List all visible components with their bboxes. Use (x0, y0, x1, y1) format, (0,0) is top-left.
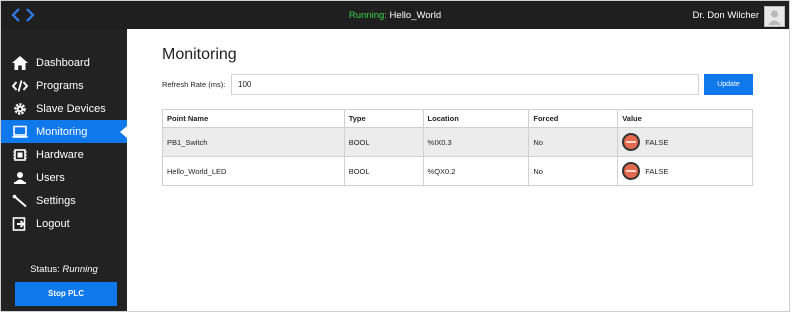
refresh-rate-label: Refresh Rate (ms): (162, 80, 226, 89)
cell-value: FALSE (617, 127, 753, 157)
cell-forced: No (528, 127, 619, 157)
column-header-forced: Forced (528, 109, 619, 128)
cell-point-name: PB1_Switch (162, 127, 345, 157)
sidebar-item-settings[interactable]: Settings (1, 189, 127, 212)
cog-icon (12, 102, 28, 116)
led-off-icon (622, 133, 641, 151)
column-header-point-name: Point Name (162, 109, 345, 128)
cell-value-text: FALSE (645, 137, 669, 147)
sidebar-item-programs[interactable]: Programs (1, 74, 127, 97)
cell-location: %QX0.2 (422, 156, 530, 186)
code-icon (12, 79, 28, 93)
user-name[interactable]: Dr. Don Wilcher (692, 1, 759, 31)
cell-value: FALSE (617, 156, 753, 186)
sidebar-item-slave-devices[interactable]: Slave Devices (1, 97, 127, 120)
cell-value-text: FALSE (645, 166, 669, 176)
table-header-row: Point Name Type Location Forced Value (162, 109, 753, 128)
main-content: Monitoring Refresh Rate (ms): 100 Update… (127, 29, 789, 311)
sidebar-item-label: Dashboard (36, 56, 90, 69)
sidebar-item-monitoring[interactable]: Monitoring (1, 120, 127, 143)
sidebar-item-label: Hardware (36, 148, 84, 161)
sidebar-item-label: Logout (36, 217, 70, 230)
running-program-status: Running: Hello_World (1, 1, 789, 29)
top-bar: Running: Hello_World Dr. Don Wilcher (1, 1, 789, 29)
sidebar-item-label: Users (36, 171, 65, 184)
refresh-rate-input[interactable]: 100 (231, 74, 699, 95)
table-row[interactable]: Hello_World_LED BOOL %QX0.2 No FALSE (162, 156, 753, 186)
sidebar-item-users[interactable]: Users (1, 166, 127, 189)
wrench-icon (12, 194, 28, 208)
column-header-value: Value (617, 109, 753, 128)
sidebar: Dashboard Programs Slave Devices Monitor… (1, 29, 127, 311)
home-icon (12, 55, 28, 70)
monitor-icon (12, 125, 28, 139)
column-header-type: Type (343, 109, 424, 128)
app-window: Running: Hello_World Dr. Don Wilcher Das… (0, 0, 790, 312)
stop-plc-button[interactable]: Stop PLC (15, 282, 117, 306)
chip-icon (12, 148, 28, 162)
sidebar-item-label: Programs (36, 79, 84, 92)
update-button[interactable]: Update (704, 74, 753, 95)
sidebar-item-label: Slave Devices (36, 102, 106, 115)
program-name: Hello_World (389, 10, 442, 21)
sidebar-item-hardware[interactable]: Hardware (1, 143, 127, 166)
plc-status: Status: Running (1, 264, 127, 275)
table-row[interactable]: PB1_Switch BOOL %IX0.3 No FALSE (162, 127, 753, 157)
led-off-icon (622, 162, 641, 180)
running-label: Running: (348, 10, 387, 21)
column-header-location: Location (422, 109, 530, 128)
monitoring-table: Point Name Type Location Forced Value PB… (162, 109, 753, 186)
sidebar-item-label: Settings (36, 194, 76, 207)
sidebar-nav: Dashboard Programs Slave Devices Monitor… (1, 51, 127, 235)
cell-type: BOOL (343, 127, 424, 157)
cell-forced: No (528, 156, 619, 186)
sidebar-item-logout[interactable]: Logout (1, 212, 127, 235)
page-title: Monitoring (162, 46, 237, 63)
cell-location: %IX0.3 (422, 127, 530, 157)
cell-type: BOOL (343, 156, 424, 186)
user-avatar-icon[interactable] (764, 6, 785, 27)
sidebar-item-label: Monitoring (36, 125, 88, 138)
plc-status-value: Running (62, 264, 98, 275)
plc-status-label: Status: (30, 264, 60, 275)
logout-icon (12, 216, 28, 231)
cell-point-name: Hello_World_LED (162, 156, 345, 186)
sidebar-item-dashboard[interactable]: Dashboard (1, 51, 127, 74)
users-icon (12, 171, 28, 185)
